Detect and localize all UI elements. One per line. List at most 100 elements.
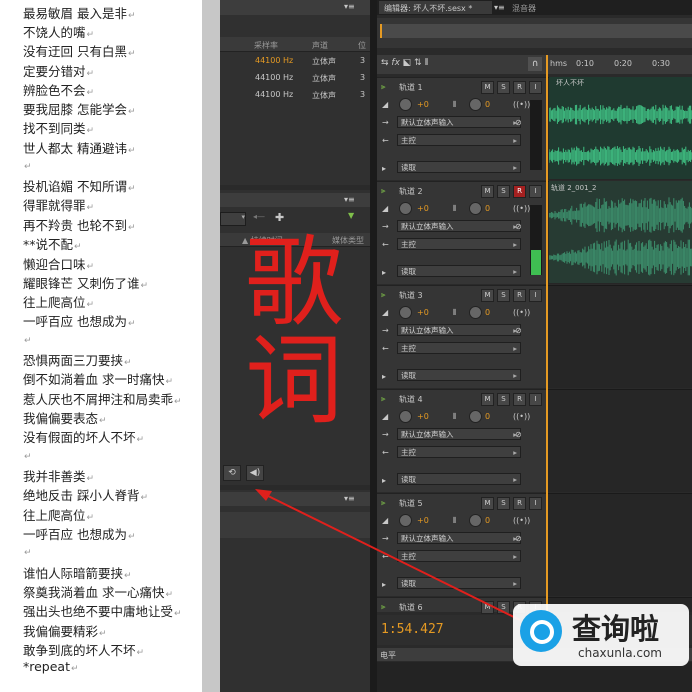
- lyrics-document[interactable]: 最易敏眉 最入是非↵ 不饶人的嘴↵ 没有迂回 只有白黑↵ 定要分错对↵ 辨脸色不会↵ 要我…: [0, 0, 202, 692]
- file-row[interactable]: 44100 Hz 立体声 3: [220, 71, 370, 86]
- phase-icon[interactable]: ⊘: [515, 430, 522, 439]
- mute-button[interactable]: M: [481, 601, 494, 614]
- mute-button[interactable]: M: [481, 185, 494, 198]
- phase-icon[interactable]: ⊘: [515, 222, 522, 231]
- column-bits[interactable]: 位: [358, 40, 366, 51]
- track-name[interactable]: 轨道 4: [399, 394, 423, 405]
- mute-button[interactable]: M: [481, 289, 494, 302]
- mute-button[interactable]: M: [481, 81, 494, 94]
- record-arm-button[interactable]: R: [513, 81, 526, 94]
- track-lane[interactable]: [548, 493, 692, 596]
- overview-scroll[interactable]: [380, 24, 692, 38]
- track-name[interactable]: 轨道 5: [399, 498, 423, 509]
- file-row[interactable]: 44100 Hz 立体声 3: [220, 88, 370, 103]
- file-row[interactable]: 44100 Hz 立体声 3: [220, 54, 370, 69]
- volume-value[interactable]: +0: [417, 100, 429, 109]
- pan-value[interactable]: 0: [485, 100, 490, 109]
- track-header[interactable]: ⫸ 轨道 1 M S R I ◢ +0 ⫴ 0 ((•)) → 默认立体声输入 ⊘…: [377, 77, 546, 180]
- speaker-button[interactable]: ◀): [246, 465, 264, 481]
- solo-button[interactable]: S: [497, 185, 510, 198]
- volume-value[interactable]: +0: [417, 516, 429, 525]
- mute-button[interactable]: M: [481, 497, 494, 510]
- automation-dropdown[interactable]: 读取: [397, 265, 521, 278]
- track-name[interactable]: 轨道 3: [399, 290, 423, 301]
- track-name[interactable]: 轨道 6: [399, 602, 423, 613]
- headphone-icon[interactable]: ∩: [528, 57, 542, 71]
- column-samplerate[interactable]: 采样率: [254, 40, 278, 51]
- input-dropdown[interactable]: 默认立体声输入: [397, 220, 521, 233]
- expand-icon[interactable]: ▸: [382, 476, 386, 485]
- track-name[interactable]: 轨道 1: [399, 82, 423, 93]
- record-arm-button[interactable]: R: [513, 185, 526, 198]
- stereo-icon[interactable]: ((•)): [513, 204, 530, 213]
- expand-icon[interactable]: ▸: [382, 372, 386, 381]
- expand-icon[interactable]: ▸: [382, 580, 386, 589]
- stereo-icon[interactable]: ((•)): [513, 308, 530, 317]
- volume-value[interactable]: +0: [417, 412, 429, 421]
- record-arm-button[interactable]: R: [513, 393, 526, 406]
- input-dropdown[interactable]: 默认立体声输入: [397, 324, 521, 337]
- expand-icon[interactable]: ▸: [382, 268, 386, 277]
- input-dropdown[interactable]: 默认立体声输入: [397, 428, 521, 441]
- volume-knob[interactable]: [399, 306, 412, 319]
- input-monitor-button[interactable]: I: [529, 393, 542, 406]
- solo-button[interactable]: S: [497, 497, 510, 510]
- stereo-icon[interactable]: ((•)): [513, 412, 530, 421]
- input-dropdown[interactable]: 默认立体声输入: [397, 116, 521, 129]
- solo-button[interactable]: S: [497, 289, 510, 302]
- record-arm-button[interactable]: R: [513, 497, 526, 510]
- solo-button[interactable]: S: [497, 81, 510, 94]
- add-icon[interactable]: ✚: [275, 211, 284, 224]
- track-header[interactable]: ⫸ 轨道 3 M S R I ◢ +0 ⫴ 0 ((•)) → 默认立体声输入 ⊘…: [377, 285, 546, 388]
- volume-knob[interactable]: [399, 202, 412, 215]
- record-arm-button[interactable]: R: [513, 289, 526, 302]
- mute-button[interactable]: M: [481, 393, 494, 406]
- pan-knob[interactable]: [469, 98, 482, 111]
- filter-icon[interactable]: ▼: [348, 211, 354, 220]
- loop-button[interactable]: ⟲: [223, 465, 241, 481]
- automation-dropdown[interactable]: 读取: [397, 369, 521, 382]
- media-dropdown[interactable]: ▾: [220, 212, 246, 226]
- panel-divider[interactable]: [370, 0, 377, 692]
- input-monitor-button[interactable]: I: [529, 497, 542, 510]
- pan-knob[interactable]: [469, 410, 482, 423]
- volume-value[interactable]: +0: [417, 308, 429, 317]
- output-dropdown[interactable]: 主控: [397, 550, 521, 563]
- volume-knob[interactable]: [399, 410, 412, 423]
- pan-value[interactable]: 0: [485, 516, 490, 525]
- pan-knob[interactable]: [469, 202, 482, 215]
- input-monitor-button[interactable]: I: [529, 81, 542, 94]
- mixer-tab[interactable]: 混音器: [512, 3, 536, 14]
- editor-tab-menu-icon[interactable]: ▾≡: [494, 3, 505, 12]
- track-name[interactable]: 轨道 2: [399, 186, 423, 197]
- back-icon[interactable]: ◂—: [253, 212, 265, 221]
- solo-button[interactable]: S: [497, 393, 510, 406]
- pan-value[interactable]: 0: [485, 204, 490, 213]
- automation-dropdown[interactable]: 读取: [397, 161, 521, 174]
- pan-value[interactable]: 0: [485, 412, 490, 421]
- volume-value[interactable]: +0: [417, 204, 429, 213]
- volume-knob[interactable]: [399, 514, 412, 527]
- track-header[interactable]: ⫸ 轨道 2 M S R I ◢ +0 ⫴ 0 ((•)) → 默认立体声输入 ⊘…: [377, 181, 546, 284]
- input-monitor-button[interactable]: I: [529, 289, 542, 302]
- stereo-icon[interactable]: ((•)): [513, 100, 530, 109]
- media-panel-menu-icon[interactable]: ▾≡: [344, 195, 355, 204]
- volume-knob[interactable]: [399, 98, 412, 111]
- output-dropdown[interactable]: 主控: [397, 342, 521, 355]
- files-panel-menu-icon[interactable]: ▾≡: [344, 2, 355, 11]
- phase-icon[interactable]: ⊘: [515, 534, 522, 543]
- pan-knob[interactable]: [469, 514, 482, 527]
- expand-icon[interactable]: ▸: [382, 164, 386, 173]
- toolbar-icons[interactable]: ⇆ fx ⬕ ⇅ ⫴: [381, 58, 428, 68]
- track-lane[interactable]: [548, 389, 692, 492]
- pan-value[interactable]: 0: [485, 308, 490, 317]
- phase-icon[interactable]: ⊘: [515, 326, 522, 335]
- phase-icon[interactable]: ⊘: [515, 118, 522, 127]
- input-monitor-button[interactable]: I: [529, 185, 542, 198]
- output-dropdown[interactable]: 主控: [397, 134, 521, 147]
- track-header[interactable]: ⫸ 轨道 4 M S R I ◢ +0 ⫴ 0 ((•)) → 默认立体声输入 ⊘…: [377, 389, 546, 492]
- automation-dropdown[interactable]: 读取: [397, 577, 521, 590]
- column-channels[interactable]: 声道: [312, 40, 328, 51]
- track-header[interactable]: ⫸ 轨道 5 M S R I ◢ +0 ⫴ 0 ((•)) → 默认立体声输入 ⊘…: [377, 493, 546, 596]
- output-dropdown[interactable]: 主控: [397, 446, 521, 459]
